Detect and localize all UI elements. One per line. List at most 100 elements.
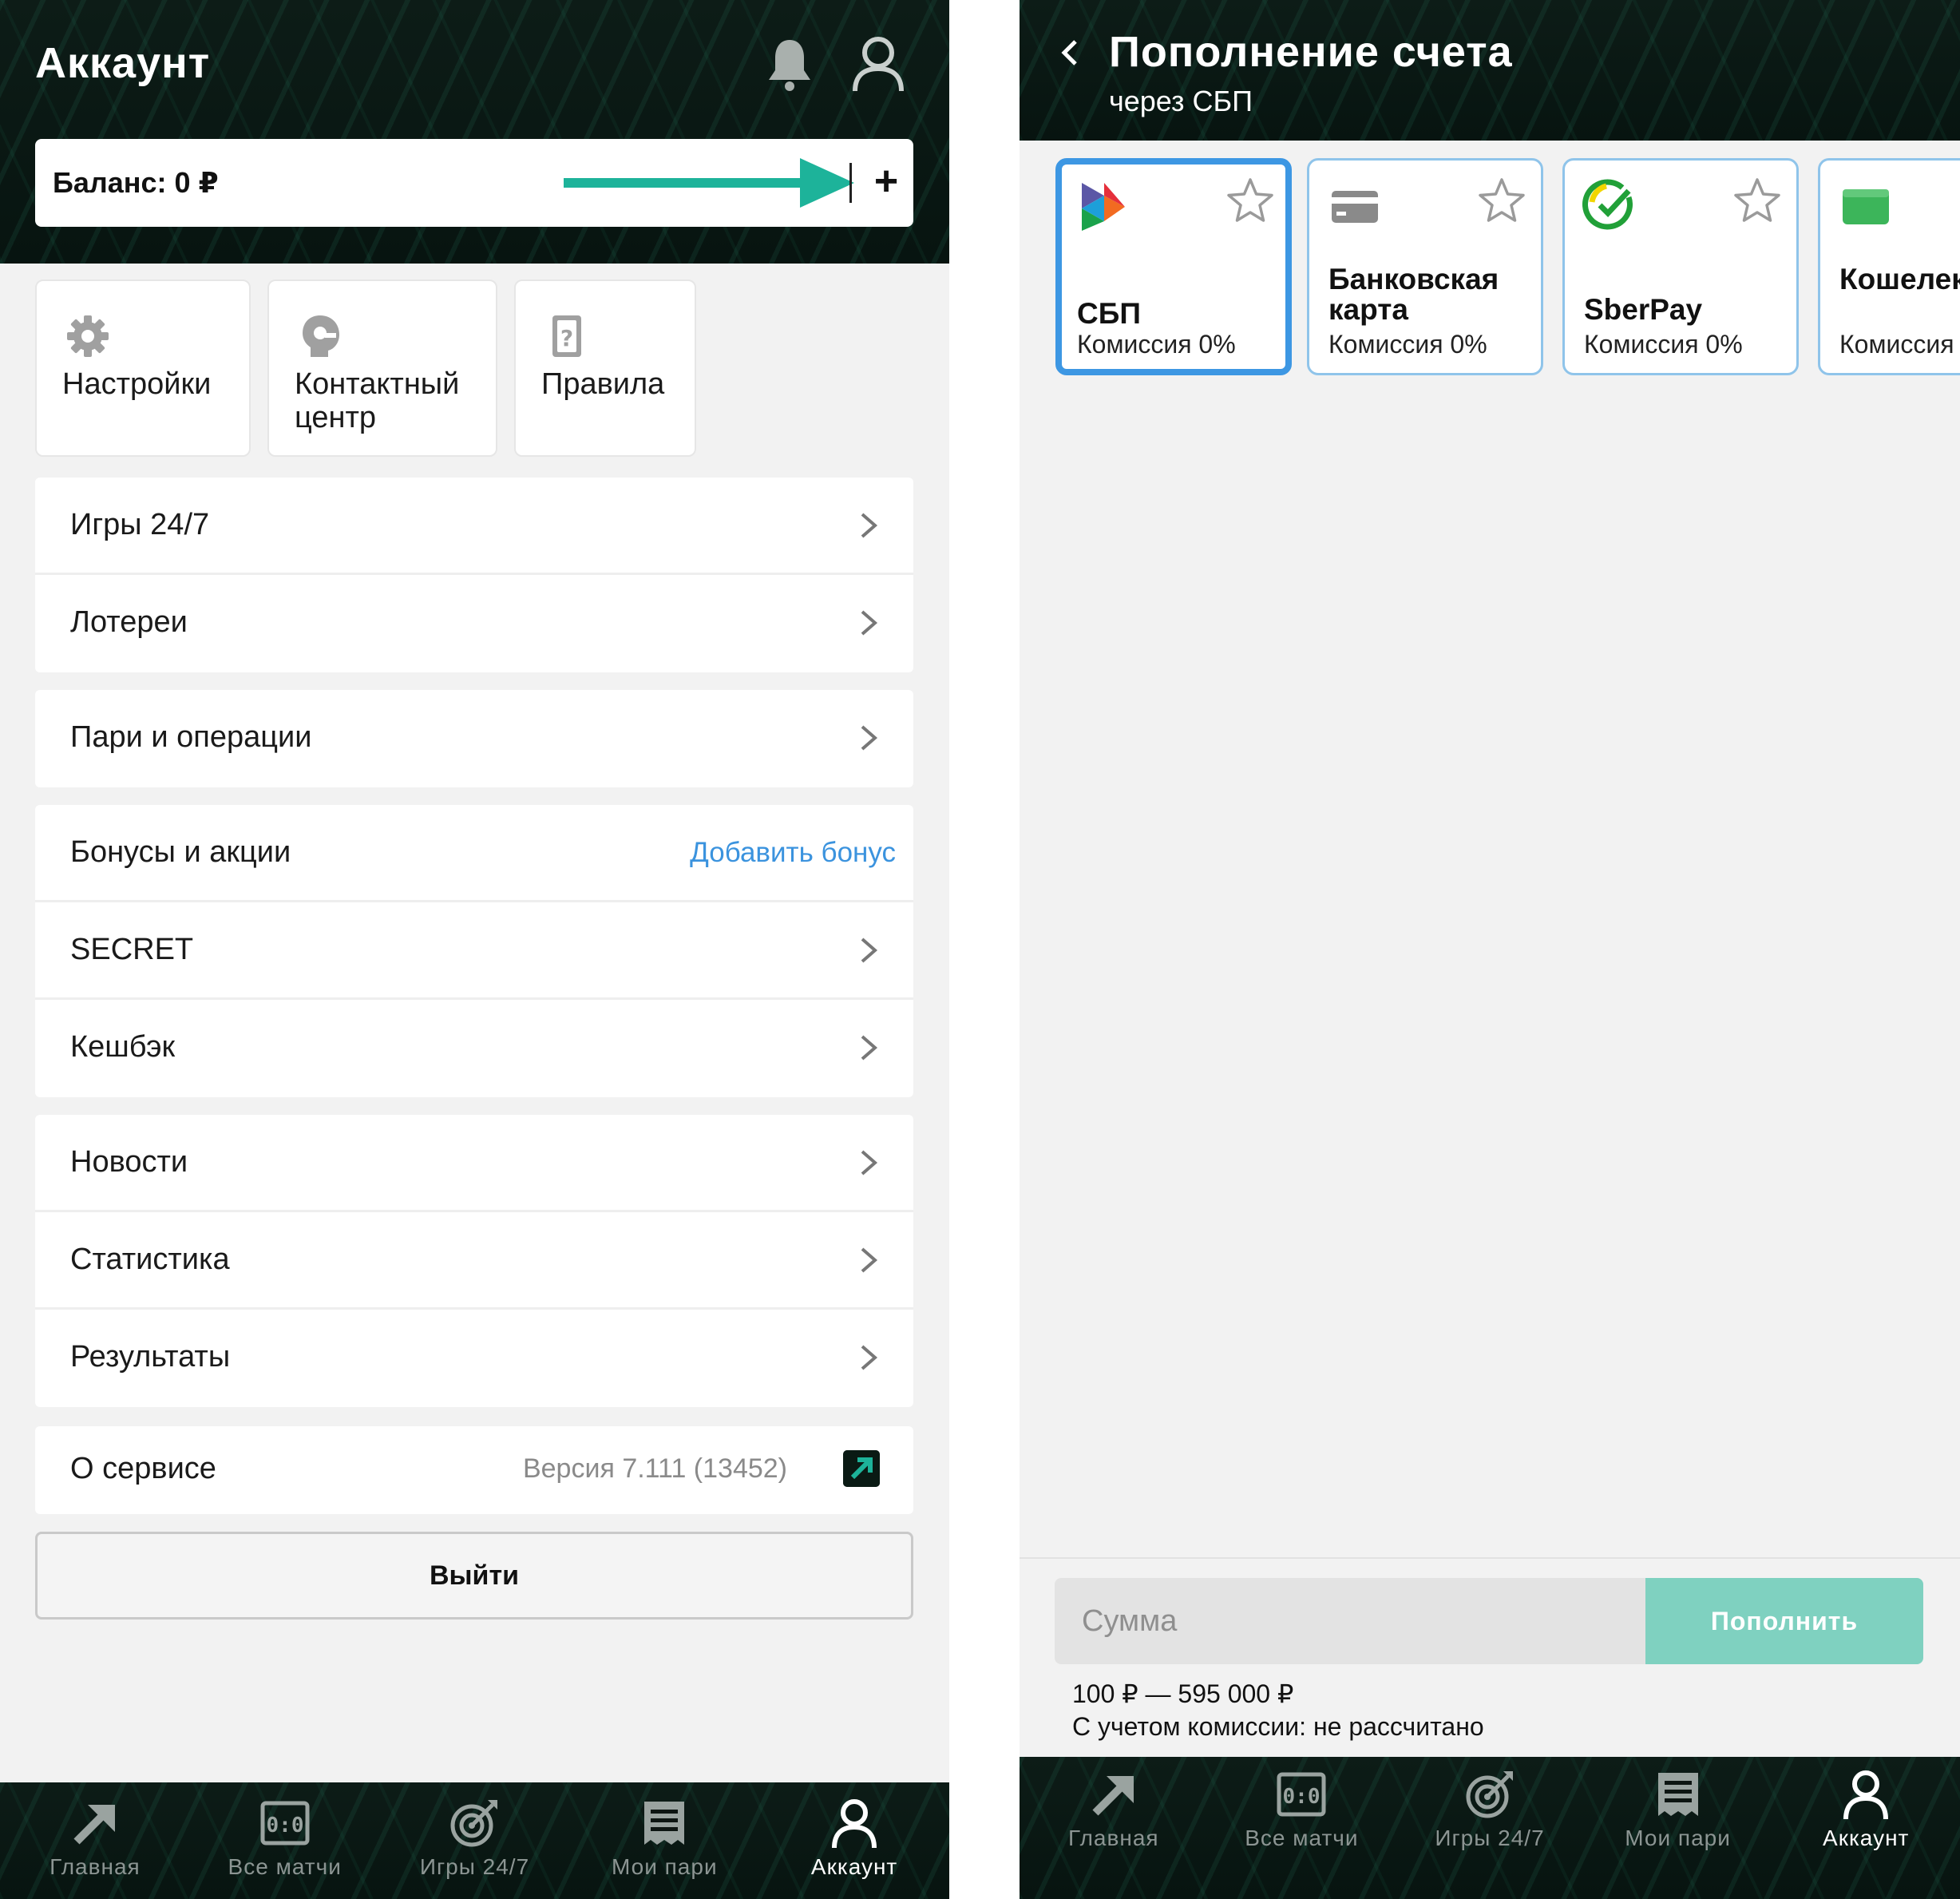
sberpay-logo-icon [1582,179,1633,230]
menu-group-about: О сервисе Версия 7.111 (13452) [35,1426,913,1514]
tab-label: Все матчи [1245,1826,1359,1850]
svg-text:?: ? [560,325,573,351]
tab-games[interactable]: Игры 24/7 [1396,1768,1584,1872]
bottom-tab-bar: Главная 0:0 Все матчи Игры 24/7 Мои пари… [1020,1757,1960,1899]
menu-item-bonuses[interactable]: Бонусы и акции Добавить бонус [35,805,913,902]
page-subtitle: через СБП [1109,85,1253,117]
menu-group-games: Игры 24/7 Лотереи [35,478,913,672]
chevron-right-icon [861,513,878,538]
deposit-header: Пополнение счета через СБП [1020,0,1960,141]
chevron-right-icon [861,938,878,963]
arrow-right-icon [564,158,854,208]
user-icon [1843,1770,1889,1820]
page-title: Аккаунт [35,39,211,87]
tab-label: Главная [49,1854,141,1879]
tab-all-matches[interactable]: 0:0 Все матчи [190,1797,380,1893]
balance-bar[interactable]: Баланс: 0 ₽ + [35,139,913,227]
menu-item-news[interactable]: Новости [35,1115,913,1212]
payment-method-sbp[interactable]: СБП Комиссия 0% [1055,158,1292,375]
favorite-star-icon[interactable] [1732,176,1782,224]
wallet-icon [1843,184,1889,224]
menu-item-label: Статистика [70,1243,230,1276]
menu-item-games[interactable]: Игры 24/7 [35,478,913,575]
tab-my-bets[interactable]: Мои пари [569,1797,759,1893]
tab-games[interactable]: Игры 24/7 [380,1797,570,1893]
menu-item-bets[interactable]: Пари и операции [35,690,913,787]
favorite-star-icon[interactable] [1225,176,1275,224]
chevron-right-icon [861,1150,878,1175]
target-icon [1466,1771,1513,1818]
tab-label: Мои пари [1625,1826,1731,1850]
bell-icon[interactable] [762,35,817,93]
payment-method-name: Кошелек ЦУПИС [1839,263,1960,295]
menu-item-label: Бонусы и акции [70,835,291,869]
tab-account[interactable]: Аккаунт [759,1797,949,1893]
divider [849,163,852,203]
menu-item-about[interactable]: О сервисе Версия 7.111 (13452) [35,1426,913,1514]
tab-home[interactable]: Главная [0,1797,190,1893]
deposit-form: Пополнить 100 ₽ — 595 000 ₽ С учетом ком… [1020,1557,1960,1757]
payment-method-name: СБП [1077,297,1141,330]
payment-method-fee: Комиссия 0% [1839,330,1960,359]
payment-method-sberpay[interactable]: SberPay Комиссия 0% [1562,158,1799,375]
rules-book-icon: ? [552,315,581,357]
menu-item-secret[interactable]: SECRET [35,902,913,1000]
menu-item-label: Кешбэк [70,1030,176,1064]
payment-method-name: Банковская карта [1328,263,1499,326]
amount-range-hint: 100 ₽ — 595 000 ₽ [1072,1679,1294,1708]
rules-tile[interactable]: ? Правила [514,279,696,457]
menu-item-label: Результаты [70,1340,231,1374]
add-balance-button[interactable]: + [864,155,909,211]
payment-method-fee: Комиссия 0% [1328,330,1487,359]
contact-center-tile[interactable]: Контактный центр [267,279,497,457]
sbp-logo-icon [1082,183,1125,231]
menu-item-label: Новости [70,1145,188,1179]
scoreboard-icon: 0:0 [260,1801,310,1845]
deposit-screen: Пополнение счета через СБП СБП Комиссия … [1020,0,1960,1899]
menu-item-stats[interactable]: Статистика [35,1212,913,1310]
payment-method-fee: Комиссия 0% [1077,330,1236,359]
tab-label: Все матчи [228,1854,342,1879]
menu-item-lotteries[interactable]: Лотереи [35,575,913,672]
add-bonus-link[interactable]: Добавить бонус [690,837,896,869]
tab-label: Игры 24/7 [1435,1826,1545,1850]
back-chevron-icon[interactable] [1059,37,1080,69]
rules-label: Правила [541,367,665,401]
settings-tile[interactable]: Настройки [35,279,251,457]
tab-all-matches[interactable]: 0:0 Все матчи [1208,1768,1396,1872]
scoreboard-icon: 0:0 [1277,1772,1326,1817]
payment-method-fee: Комиссия 0% [1584,330,1743,359]
tab-label: Игры 24/7 [419,1854,530,1879]
home-arrow-icon [73,1805,115,1845]
menu-group-info: Новости Статистика Результаты [35,1115,913,1407]
menu-group-bets: Пари и операции [35,690,913,787]
menu-item-label: Пари и операции [70,720,312,754]
menu-item-label: О сервисе [70,1452,216,1485]
menu-item-cashback[interactable]: Кешбэк [35,1000,913,1097]
menu-item-results[interactable]: Результаты [35,1310,913,1407]
chevron-right-icon [861,1345,878,1370]
tab-account[interactable]: Аккаунт [1772,1768,1960,1872]
amount-input[interactable] [1055,1578,1645,1664]
user-icon[interactable] [849,34,908,94]
menu-item-label: Лотереи [70,605,188,639]
balance-label: Баланс: 0 ₽ [53,166,219,199]
tab-my-bets[interactable]: Мои пари [1584,1768,1772,1872]
deposit-button[interactable]: Пополнить [1645,1578,1923,1664]
payment-method-name: SberPay [1584,293,1703,326]
target-icon [450,1800,498,1847]
app-version: Версия 7.111 (13452) [522,1453,787,1484]
payment-method-cupis-wallet[interactable]: Кошелек ЦУПИС Комиссия 0% [1818,158,1960,375]
contact-center-label: Контактный центр [295,367,460,434]
tab-label: Аккаунт [1823,1826,1910,1850]
gear-icon [67,315,109,357]
bank-card-icon [1332,191,1378,223]
svg-text:0:0: 0:0 [1283,1785,1321,1809]
payment-method-bank-card[interactable]: Банковская карта Комиссия 0% [1307,158,1543,375]
logout-button[interactable]: Выйти [35,1532,913,1620]
tab-label: Аккаунт [810,1854,898,1879]
tab-home[interactable]: Главная [1020,1768,1208,1872]
chevron-right-icon [861,1035,878,1061]
menu-group-bonuses: Бонусы и акции Добавить бонус SECRET Кеш… [35,805,913,1097]
favorite-star-icon[interactable] [1477,176,1526,224]
